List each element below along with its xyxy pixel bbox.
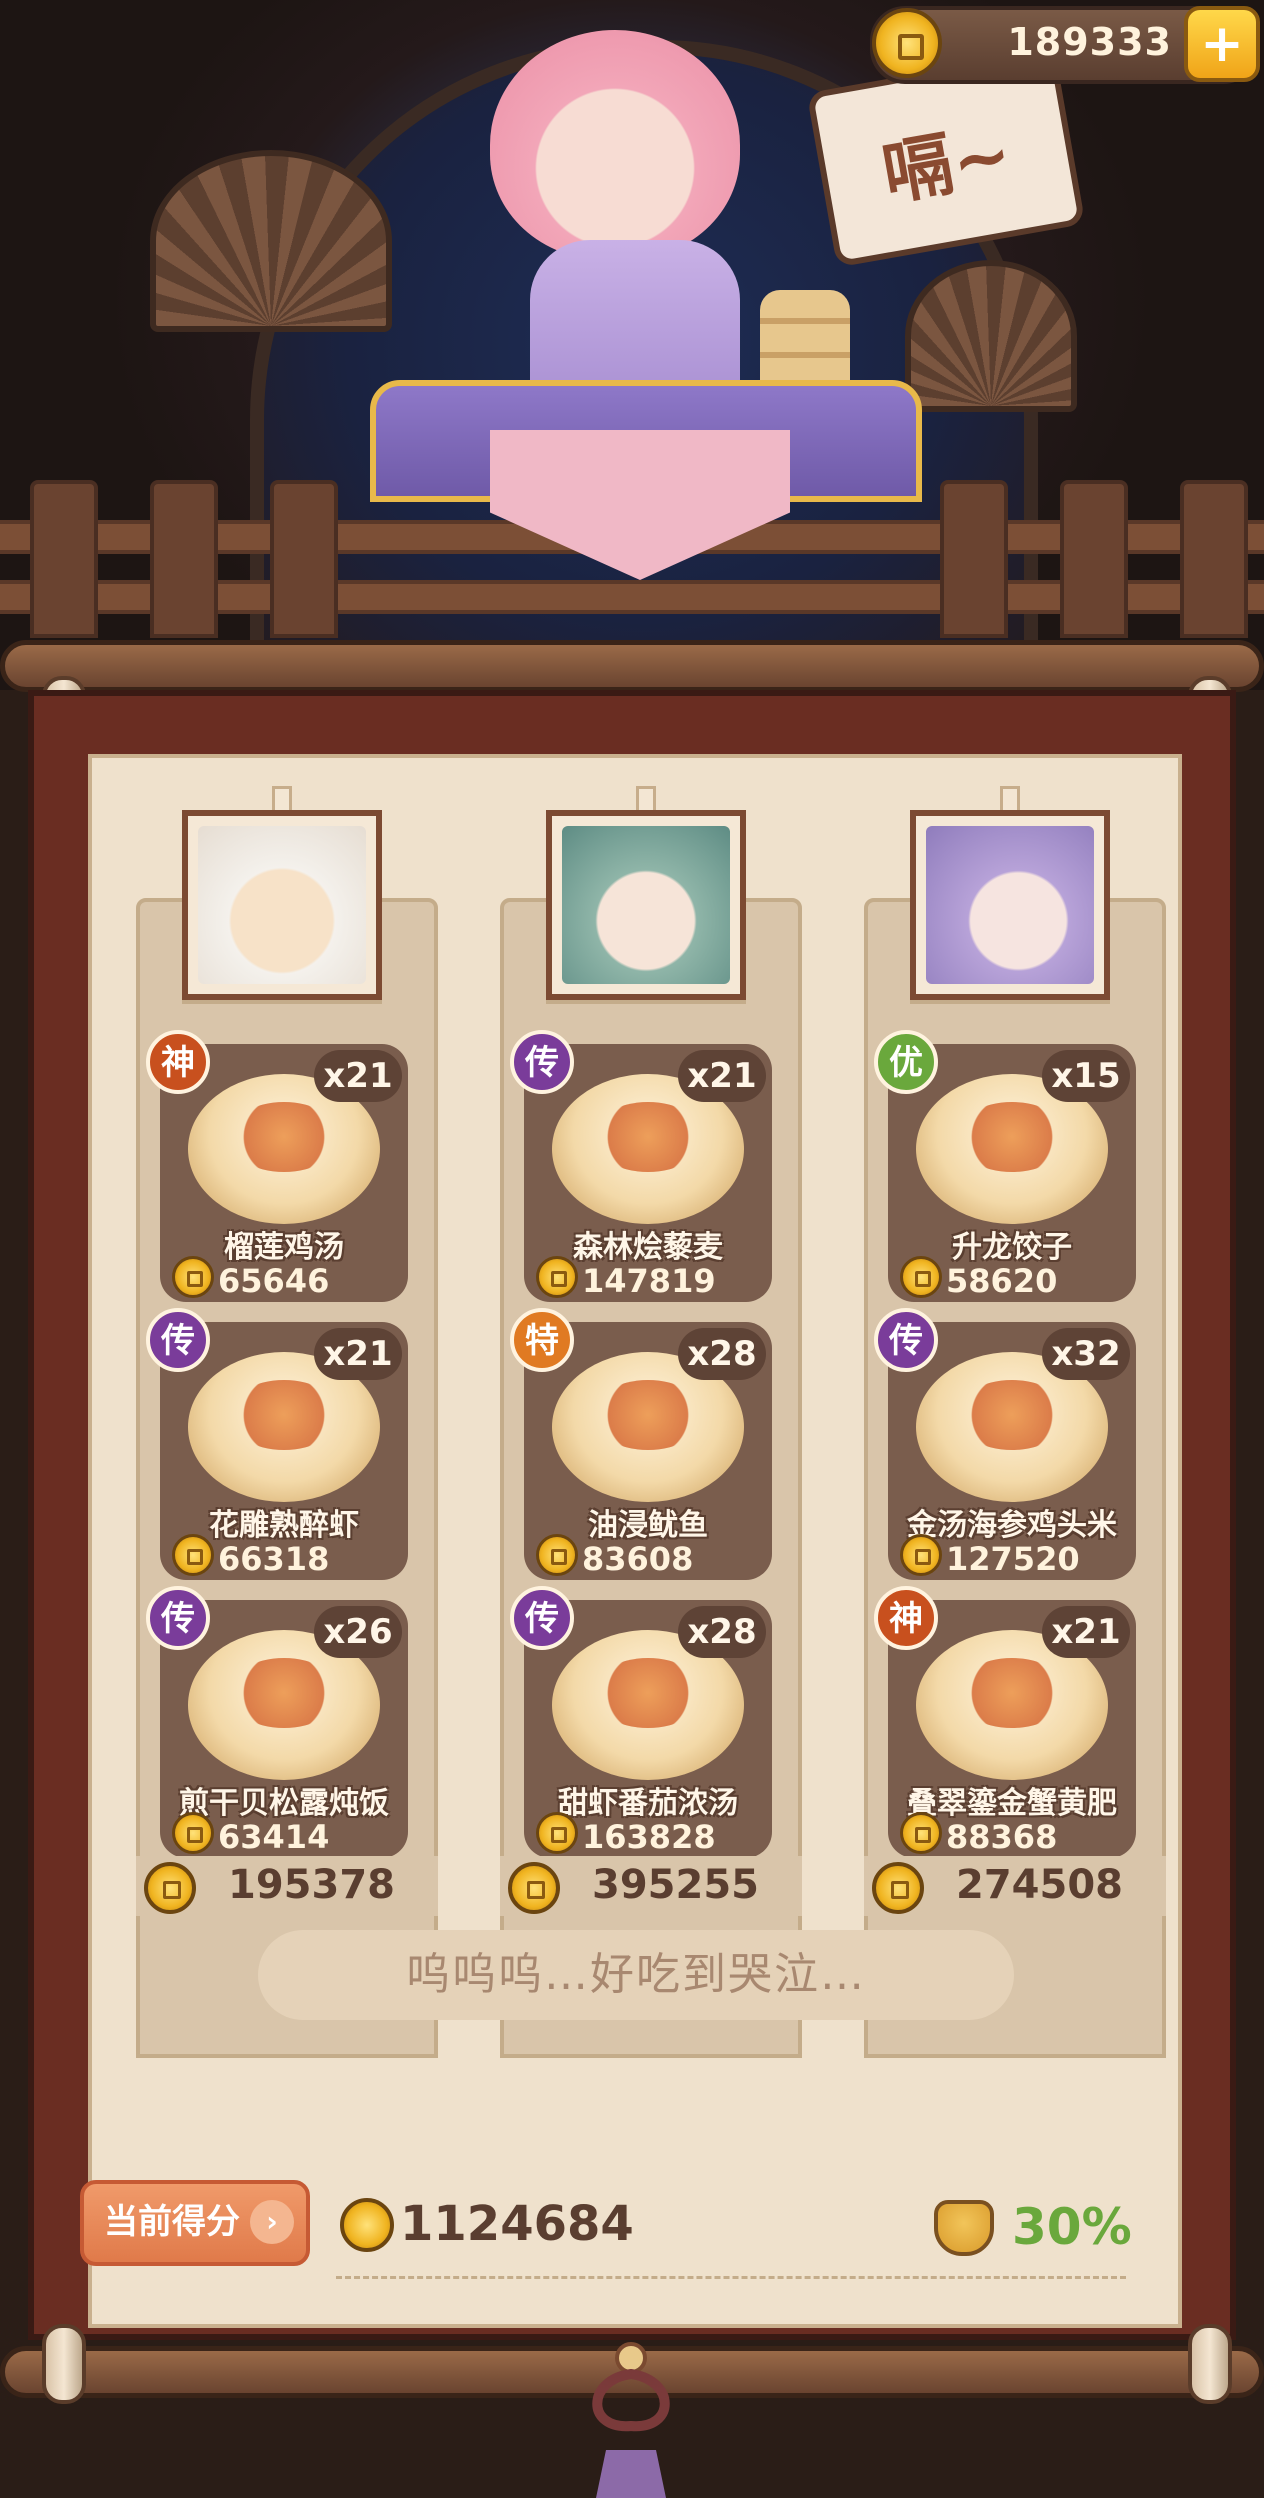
coin-icon <box>900 1534 942 1576</box>
add-coins-button[interactable]: + <box>1184 6 1260 82</box>
dish-value: 65646 <box>218 1262 330 1300</box>
plus-icon: + <box>1200 14 1244 74</box>
dish-card[interactable]: 特 x28 油浸鱿鱼 83608 <box>510 1308 772 1580</box>
rarity-badge: 传 <box>510 1586 574 1650</box>
dish-card[interactable]: 传 x26 煎干贝松露炖饭 63414 <box>146 1586 408 1858</box>
column-total: 274508 <box>864 1856 1166 1916</box>
current-score-button[interactable]: 当前得分 › <box>80 2180 310 2266</box>
column-total: 195378 <box>136 1856 438 1916</box>
dish-quantity: x28 <box>678 1606 766 1658</box>
scroll-cap-left <box>42 2324 86 2404</box>
scroll-cap-right <box>1188 2324 1232 2404</box>
coin-icon <box>144 1862 196 1914</box>
coin-icon <box>340 2198 394 2252</box>
dish-value: 83608 <box>582 1540 694 1578</box>
current-score-label: 当前得分 <box>104 2202 240 2242</box>
coin-icon <box>172 1534 214 1576</box>
dish-quantity: x15 <box>1042 1050 1130 1102</box>
chevron-right-icon: › <box>250 2200 294 2244</box>
dish-value: 163828 <box>582 1818 716 1856</box>
current-score-value: 1124684 <box>400 2196 634 2252</box>
column-total-value: 395255 <box>592 1862 759 1908</box>
coin-icon <box>900 1256 942 1298</box>
guest-avatar <box>198 826 366 984</box>
dish-value: 88368 <box>946 1818 1058 1856</box>
rarity-badge: 传 <box>146 1586 210 1650</box>
knot-tassel-icon <box>592 2342 670 2498</box>
coin-icon <box>872 1862 924 1914</box>
dish-quantity: x32 <box>1042 1328 1130 1380</box>
rarity-badge: 传 <box>874 1308 938 1372</box>
dish-card[interactable]: 传 x21 森林烩藜麦 147819 <box>510 1030 772 1302</box>
guest-portrait-3[interactable] <box>910 810 1110 1000</box>
coin-icon <box>872 8 942 78</box>
character-head <box>490 30 740 260</box>
coin-icon <box>172 1256 214 1298</box>
dish-quantity: x21 <box>314 1328 402 1380</box>
rarity-badge: 传 <box>510 1030 574 1094</box>
guest-comment: 呜呜呜…好吃到哭泣… <box>258 1930 1014 2020</box>
bonus-percent: 30% <box>1012 2198 1132 2256</box>
coin-counter: 189333 + <box>870 6 1260 84</box>
dish-quantity: x26 <box>314 1606 402 1658</box>
guest-portrait-2[interactable] <box>546 810 746 1000</box>
dish-quantity: x21 <box>314 1050 402 1102</box>
dish-value: 58620 <box>946 1262 1058 1300</box>
column-total-value: 195378 <box>228 1862 395 1908</box>
dish-card[interactable]: 传 x28 甜虾番茄浓汤 163828 <box>510 1586 772 1858</box>
guest-portrait-1[interactable] <box>182 810 382 1000</box>
column-total-value: 274508 <box>956 1862 1123 1908</box>
coin-amount: 189333 <box>1007 20 1172 64</box>
dish-card[interactable]: 传 x21 花雕熟醉虾 66318 <box>146 1308 408 1580</box>
dish-card[interactable]: 神 x21 叠翠鎏金蟹黄肥 88368 <box>874 1586 1136 1858</box>
dish-quantity: x28 <box>678 1328 766 1380</box>
coin-icon <box>508 1862 560 1914</box>
dish-card[interactable]: 传 x32 金汤海参鸡头米 127520 <box>874 1308 1136 1580</box>
column-total: 395255 <box>500 1856 802 1916</box>
rarity-badge: 优 <box>874 1030 938 1094</box>
rarity-badge: 神 <box>874 1586 938 1650</box>
money-bag-icon <box>934 2200 994 2256</box>
right-fan-decoration <box>905 260 1077 412</box>
rarity-badge: 神 <box>146 1030 210 1094</box>
guest-avatar <box>562 826 730 984</box>
dish-card[interactable]: 优 x15 升龙饺子 58620 <box>874 1030 1136 1302</box>
rarity-badge: 传 <box>146 1308 210 1372</box>
divider <box>336 2276 1126 2279</box>
dish-quantity: x21 <box>1042 1606 1130 1658</box>
coin-icon <box>172 1812 214 1854</box>
dish-quantity: x21 <box>678 1050 766 1102</box>
scroll-top-rod <box>0 640 1264 692</box>
coin-icon <box>536 1534 578 1576</box>
dish-value: 127520 <box>946 1540 1080 1578</box>
coin-icon <box>536 1812 578 1854</box>
left-fan-decoration <box>150 150 392 332</box>
dish-value: 63414 <box>218 1818 330 1856</box>
coin-icon <box>536 1256 578 1298</box>
dish-value: 147819 <box>582 1262 716 1300</box>
guest-avatar <box>926 826 1094 984</box>
dish-value: 66318 <box>218 1540 330 1578</box>
dish-card[interactable]: 神 x21 榴莲鸡汤 65646 <box>146 1030 408 1302</box>
rarity-badge: 特 <box>510 1308 574 1372</box>
coin-icon <box>900 1812 942 1854</box>
